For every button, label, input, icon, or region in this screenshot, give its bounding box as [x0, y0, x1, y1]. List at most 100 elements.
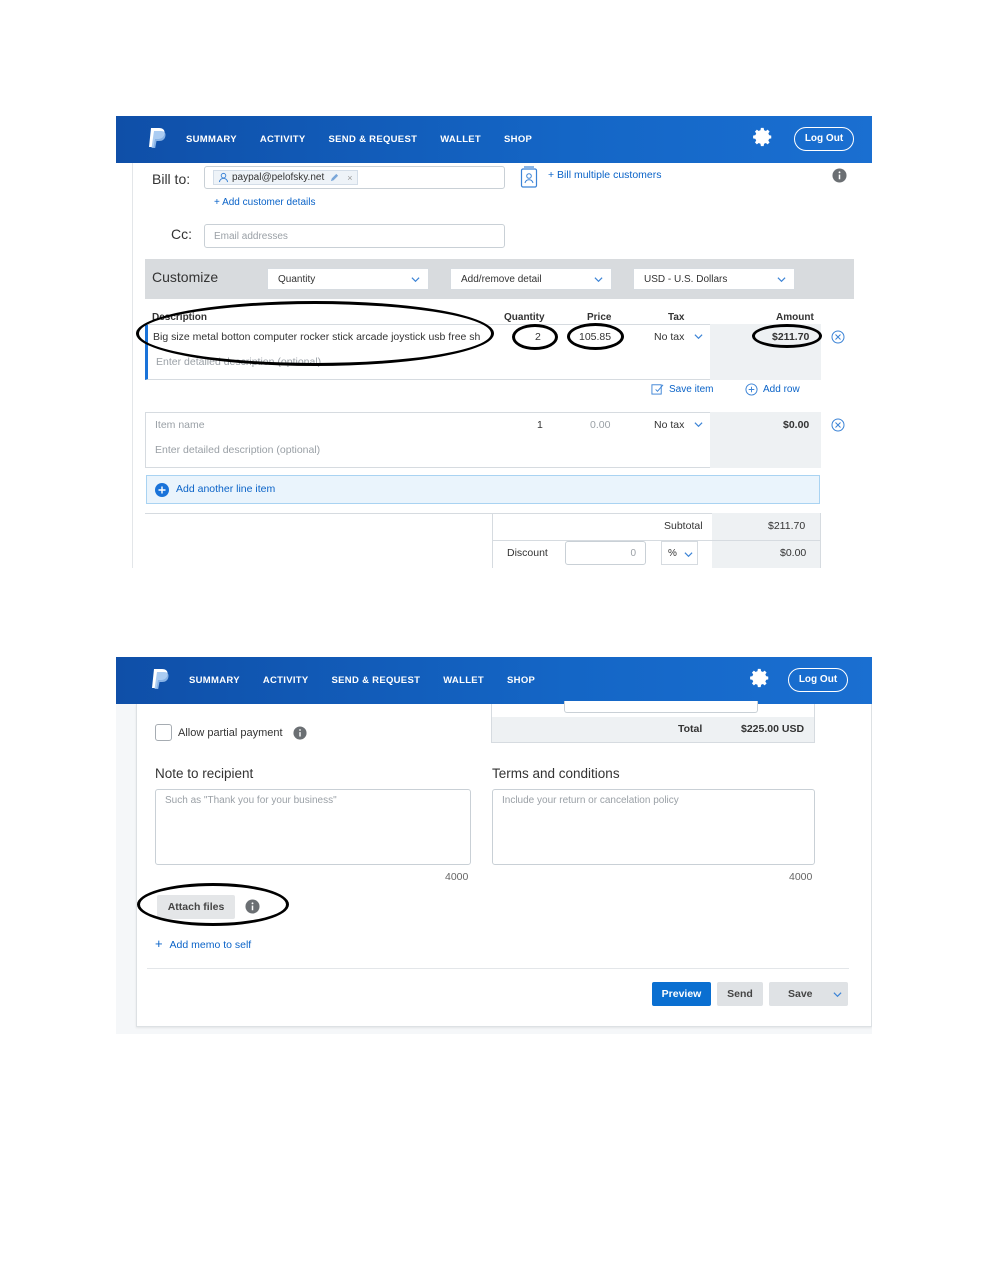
item2-tax[interactable]: No tax: [654, 419, 684, 431]
nav-send-request[interactable]: SEND & REQUEST: [332, 675, 421, 686]
remove-chip-icon[interactable]: ×: [347, 173, 352, 183]
subtotal-value: $211.70: [768, 520, 806, 532]
cc-input[interactable]: Email addresses: [204, 224, 505, 248]
nav-activity[interactable]: ACTIVITY: [260, 134, 306, 145]
logout-button[interactable]: Log Out: [794, 127, 854, 151]
info-icon[interactable]: [832, 168, 847, 183]
subtotal-label: Subtotal: [664, 520, 703, 532]
nav-menu: SUMMARY ACTIVITY SEND & REQUEST WALLET S…: [189, 657, 558, 704]
remove-line-icon[interactable]: [831, 330, 845, 344]
invoice-screenshot-bottom: SUMMARY ACTIVITY SEND & REQUEST WALLET S…: [116, 657, 872, 1034]
discount-unit-select[interactable]: %: [661, 541, 698, 565]
total-label: Total: [678, 723, 703, 735]
chevron-down-icon: [777, 277, 786, 283]
note-char-count: 4000: [445, 871, 469, 883]
customize-label: Customize: [152, 269, 219, 285]
discount-label: Discount: [507, 547, 548, 559]
info-icon[interactable]: [293, 726, 307, 740]
contacts-book-icon[interactable]: [520, 166, 538, 188]
pencil-icon[interactable]: [330, 173, 339, 182]
send-button[interactable]: Send: [717, 982, 763, 1006]
chevron-down-icon: [694, 334, 703, 340]
col-tax: Tax: [668, 312, 685, 323]
customize-detail-value: Add/remove detail: [461, 273, 542, 285]
recipient-chip[interactable]: paypal@pelofsky.net ×: [213, 170, 358, 185]
nav-shop[interactable]: SHOP: [507, 675, 535, 686]
col-price: Price: [587, 312, 612, 323]
discount-value: $0.00: [780, 547, 807, 559]
currency-value: USD - U.S. Dollars: [644, 273, 728, 285]
chevron-down-icon: [594, 277, 603, 283]
allow-partial-checkbox[interactable]: [155, 724, 172, 741]
invoice-screenshot-top: SUMMARY ACTIVITY SEND & REQUEST WALLET S…: [116, 116, 872, 568]
customize-detail-select[interactable]: Add/remove detail: [450, 268, 612, 290]
item2-name[interactable]: Item name: [155, 419, 205, 431]
plus-circle-icon: [745, 383, 758, 396]
item1-amount: $211.70: [772, 331, 810, 343]
paypal-logo-icon[interactable]: [149, 667, 171, 693]
discount-unit-value: %: [668, 547, 677, 559]
item1-detail[interactable]: Enter detailed description (optional): [156, 356, 321, 368]
terms-textarea[interactable]: Include your return or cancelation polic…: [492, 789, 815, 865]
logout-button[interactable]: Log Out: [788, 668, 848, 692]
item2-quantity[interactable]: 1: [537, 419, 543, 431]
customize-quantity-select[interactable]: Quantity: [267, 268, 429, 290]
note-textarea[interactable]: Such as "Thank you for your business": [155, 789, 471, 865]
note-label: Note to recipient: [155, 766, 254, 781]
chevron-down-icon: [411, 277, 420, 283]
remove-line-icon[interactable]: [831, 418, 845, 432]
info-icon[interactable]: [245, 899, 260, 914]
terms-char-count: 4000: [789, 871, 813, 883]
nav-menu: SUMMARY ACTIVITY SEND & REQUEST WALLET S…: [186, 116, 555, 163]
nav-activity[interactable]: ACTIVITY: [263, 675, 309, 686]
plus-icon: +: [155, 936, 163, 951]
nav-send-request[interactable]: SEND & REQUEST: [329, 134, 418, 145]
chevron-down-icon[interactable]: [833, 990, 842, 999]
top-nav: SUMMARY ACTIVITY SEND & REQUEST WALLET S…: [116, 657, 872, 704]
item1-name[interactable]: Big size metal botton computer rocker st…: [153, 331, 483, 343]
nav-wallet[interactable]: WALLET: [443, 675, 484, 686]
terms-label: Terms and conditions: [492, 766, 620, 781]
nav-wallet[interactable]: WALLET: [440, 134, 481, 145]
gear-icon[interactable]: [749, 667, 771, 689]
person-icon: [218, 172, 229, 183]
item1-price[interactable]: 105.85: [579, 331, 611, 343]
item2-amount: $0.00: [783, 419, 810, 431]
plus-circle-icon: [155, 483, 169, 497]
actions-divider: [147, 968, 849, 969]
discount-input-value: 0: [630, 547, 636, 559]
attach-files-button[interactable]: Attach files: [157, 895, 235, 919]
note-placeholder: Such as "Thank you for your business": [165, 795, 337, 806]
shipping-input[interactable]: [564, 701, 758, 713]
gear-icon[interactable]: [752, 126, 774, 148]
top-nav: SUMMARY ACTIVITY SEND & REQUEST WALLET S…: [116, 116, 872, 163]
add-memo-link[interactable]: + Add memo to self: [155, 936, 251, 951]
add-row-link[interactable]: Add row: [763, 384, 800, 395]
item2-price[interactable]: 0.00: [590, 419, 610, 431]
discount-input[interactable]: 0: [565, 541, 646, 565]
col-quantity: Quantity: [504, 312, 545, 323]
nav-summary[interactable]: SUMMARY: [189, 675, 240, 686]
terms-placeholder: Include your return or cancelation polic…: [502, 795, 679, 806]
chevron-down-icon: [694, 422, 703, 428]
customize-quantity-value: Quantity: [278, 273, 316, 285]
item2-detail[interactable]: Enter detailed description (optional): [155, 444, 320, 456]
preview-button[interactable]: Preview: [652, 982, 711, 1006]
bill-multiple-link[interactable]: + Bill multiple customers: [548, 169, 662, 181]
nav-shop[interactable]: SHOP: [504, 134, 532, 145]
item1-tax[interactable]: No tax: [654, 331, 684, 343]
nav-summary[interactable]: SUMMARY: [186, 134, 237, 145]
save-button[interactable]: Save: [769, 982, 848, 1006]
paypal-logo-icon[interactable]: [146, 126, 168, 152]
cc-placeholder: Email addresses: [214, 230, 288, 242]
save-item-link[interactable]: Save item: [669, 384, 713, 395]
cc-label: Cc:: [171, 226, 192, 242]
add-another-line-label: Add another line item: [176, 483, 276, 495]
currency-select[interactable]: USD - U.S. Dollars: [633, 268, 795, 290]
bill-to-input[interactable]: paypal@pelofsky.net ×: [204, 166, 505, 189]
chevron-down-icon: [684, 552, 693, 558]
add-customer-details-link[interactable]: + Add customer details: [214, 197, 315, 208]
col-description: Description: [152, 312, 208, 323]
invoice-card-bottom: [136, 704, 872, 1027]
item1-quantity[interactable]: 2: [535, 331, 541, 343]
